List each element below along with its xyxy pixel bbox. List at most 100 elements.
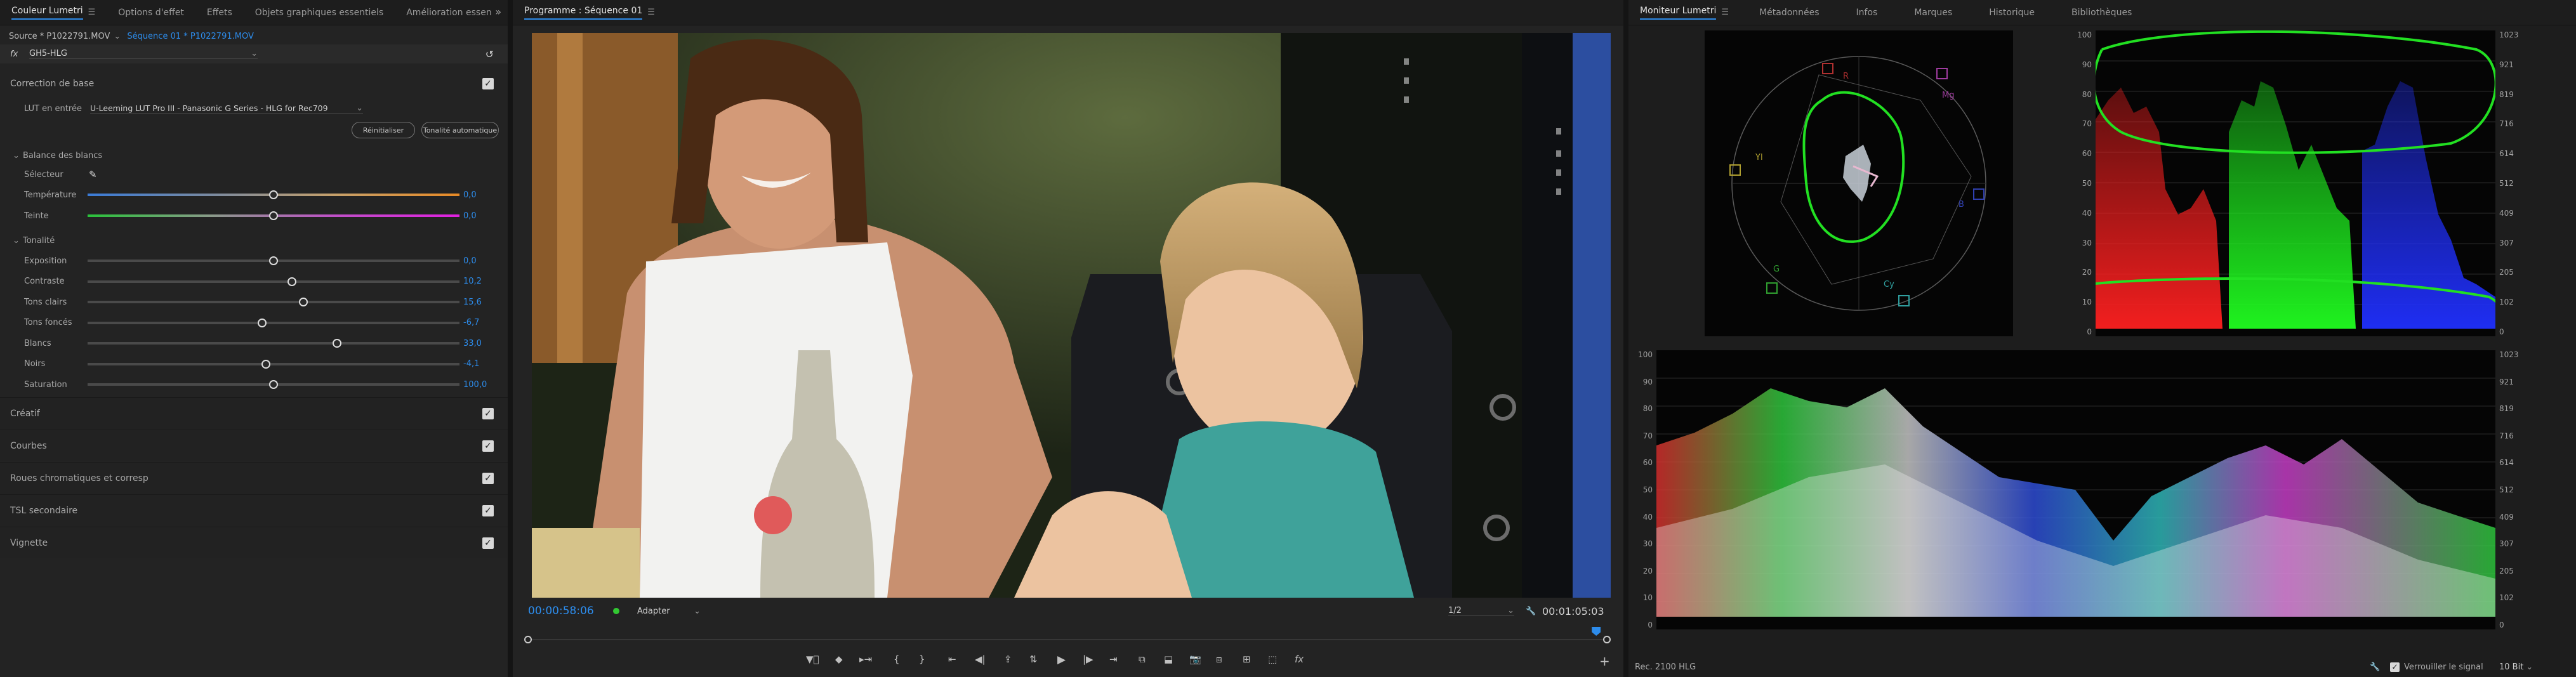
panel-menu-icon[interactable]: ☰	[647, 8, 655, 17]
marker-icon[interactable]: ◆	[835, 654, 843, 665]
mark-in-icon[interactable]: {	[894, 654, 900, 665]
tone-highlights-slider[interactable]	[88, 298, 459, 306]
section-checkbox[interactable]: ✓	[482, 472, 494, 484]
step-back-icon[interactable]: ◀|	[975, 654, 986, 665]
tone-saturation-value[interactable]: 100,0	[463, 380, 487, 390]
basic-correction-header[interactable]: Correction de base ✓	[0, 72, 508, 95]
tone-whites-slider-knob[interactable]	[332, 339, 341, 348]
button-editor-icon[interactable]: +	[1599, 654, 1610, 669]
program-timecode[interactable]: 00:00:58:06	[528, 605, 594, 617]
wb-temperature-slider[interactable]	[88, 190, 459, 199]
source-label[interactable]: Source * P1022791.MOV	[9, 32, 110, 41]
playhead-start-handle[interactable]	[524, 636, 532, 643]
section-checkbox[interactable]: ✓	[482, 537, 494, 549]
wb-tint-slider-knob[interactable]	[269, 211, 278, 220]
tone-shadows-value[interactable]: -6,7	[463, 318, 479, 327]
tab-marques[interactable]: Marques	[1903, 0, 1964, 25]
tone-contrast-value[interactable]: 10,2	[463, 277, 482, 286]
tone-shadows-slider[interactable]	[88, 318, 459, 327]
resolution-select[interactable]: 1/2 ⌄	[1448, 606, 1514, 616]
tab-metadonnees[interactable]: Métadonnées	[1748, 0, 1830, 25]
bit-depth-select[interactable]: 10 Bit ⌄	[2499, 662, 2533, 672]
tone-highlights-value[interactable]: 15,6	[463, 298, 482, 307]
panel-divider[interactable]	[1623, 0, 1628, 677]
step-forward-icon[interactable]: |▶	[1083, 654, 1093, 665]
tab-historique[interactable]: Historique	[1978, 0, 2046, 25]
tone-whites-value[interactable]: 33,0	[463, 339, 482, 348]
color-space-label[interactable]: Rec. 2100 HLG	[1635, 662, 1696, 672]
white-balance-header[interactable]: ⌄ Balance des blancs	[0, 147, 508, 164]
overwrite-icon[interactable]: ⬓	[1164, 654, 1173, 665]
tone-header[interactable]: ⌄ Tonalité	[0, 232, 508, 249]
tab-programme[interactable]: Programme : Séquence 01 ☰	[513, 0, 666, 25]
wb-temperature-slider-knob[interactable]	[269, 190, 278, 199]
mark-out-icon[interactable]: }	[919, 654, 925, 665]
tone-blacks-value[interactable]: -4,1	[463, 359, 479, 369]
tone-exposure-value[interactable]: 0,0	[463, 256, 477, 266]
tone-contrast-slider-knob[interactable]	[287, 277, 297, 286]
wb-tint-slider[interactable]	[88, 211, 459, 220]
section-checkbox[interactable]: ✓	[482, 504, 494, 516]
tab-effets[interactable]: Effets	[195, 0, 244, 25]
tone-exposure-slider-knob[interactable]	[269, 256, 278, 265]
reset-button[interactable]: Réinitialiser	[352, 122, 415, 138]
proxy-icon[interactable]: ⬚	[1268, 654, 1277, 665]
wrench-icon[interactable]: 🔧	[2370, 662, 2380, 672]
tab-objets-graphiques[interactable]: Objets graphiques essentiels	[244, 0, 395, 25]
tab-bibliotheques[interactable]: Bibliothèques	[2060, 0, 2143, 25]
lut-select[interactable]: U-Leeming LUT Pro III - Panasonic G Seri…	[90, 103, 363, 114]
go-to-in-icon[interactable]: ⇤	[948, 654, 956, 665]
fx-toggle-icon[interactable]: fx	[1295, 654, 1304, 665]
tone-contrast-slider[interactable]	[88, 277, 459, 286]
extract-icon[interactable]: ⇅	[1029, 654, 1038, 665]
timeline-ruler[interactable]	[524, 627, 1611, 645]
section-header[interactable]: Roues chromatiques et corresp ✓	[0, 462, 508, 494]
tone-saturation-slider-knob[interactable]	[269, 380, 278, 389]
section-header[interactable]: Créatif ✓	[0, 397, 508, 429]
basic-correction-checkbox[interactable]: ✓	[482, 78, 494, 89]
tone-exposure-slider[interactable]	[88, 256, 459, 265]
chevron-down-icon[interactable]: ⌄	[114, 32, 121, 41]
insert-icon[interactable]: ⧉	[1139, 654, 1146, 665]
section-header[interactable]: Vignette ✓	[0, 527, 508, 558]
playhead-marker[interactable]	[1592, 627, 1601, 636]
compare-icon[interactable]: ⧈	[1216, 654, 1222, 665]
tone-blacks-slider-knob[interactable]	[261, 359, 271, 369]
sequence-link[interactable]: Séquence 01 * P1022791.MOV	[127, 32, 254, 41]
tone-saturation-slider[interactable]	[88, 380, 459, 389]
wb-tint-value[interactable]: 0,0	[463, 211, 477, 221]
tone-highlights-slider-knob[interactable]	[298, 298, 308, 306]
panel-menu-icon[interactable]: ☰	[88, 8, 96, 17]
more-tabs-icon[interactable]: »	[495, 6, 501, 18]
wrench-icon[interactable]: 🔧	[1526, 607, 1536, 616]
section-header[interactable]: Courbes ✓	[0, 430, 508, 461]
video-frame[interactable]	[532, 33, 1611, 598]
fit-select[interactable]: Adapter ⌄	[637, 607, 701, 616]
tab-infos[interactable]: Infos	[1845, 0, 1889, 25]
reset-effect-icon[interactable]: ↺	[485, 48, 494, 60]
tone-shadows-slider-knob[interactable]	[258, 318, 267, 327]
mark-in-out-icon[interactable]: ▸⇥	[859, 654, 872, 665]
section-checkbox[interactable]: ✓	[482, 440, 494, 452]
go-to-out-icon[interactable]: ⇥	[1109, 654, 1118, 665]
tab-couleur-lumetri[interactable]: Couleur Lumetri ☰	[0, 0, 107, 25]
playhead-end-handle[interactable]	[1603, 636, 1611, 643]
panel-divider[interactable]	[508, 0, 513, 677]
panel-menu-icon[interactable]: ☰	[1721, 8, 1729, 17]
tone-blacks-slider[interactable]	[88, 359, 459, 369]
section-header[interactable]: TSL secondaire ✓	[0, 494, 508, 526]
auto-tone-button[interactable]: Tonalité automatique	[421, 122, 499, 138]
section-checkbox[interactable]: ✓	[482, 407, 494, 419]
play-icon[interactable]: ▶	[1057, 654, 1066, 666]
camera-icon[interactable]: 📷	[1189, 654, 1201, 665]
add-marker-icon[interactable]: ▼⃞	[806, 654, 819, 665]
lift-icon[interactable]: ⇪	[1004, 654, 1012, 665]
tab-amelioration[interactable]: Amélioration essen	[395, 0, 503, 25]
signal-lock-checkbox[interactable]: ✓	[2390, 662, 2400, 672]
tone-whites-slider[interactable]	[88, 339, 459, 348]
tab-options-effet[interactable]: Options d'effet	[107, 0, 195, 25]
wb-temperature-value[interactable]: 0,0	[463, 190, 477, 200]
eyedropper-icon[interactable]: ✎	[89, 169, 97, 180]
tab-moniteur-lumetri[interactable]: Moniteur Lumetri ☰	[1628, 0, 1740, 25]
multicam-icon[interactable]: ⊞	[1243, 654, 1251, 665]
